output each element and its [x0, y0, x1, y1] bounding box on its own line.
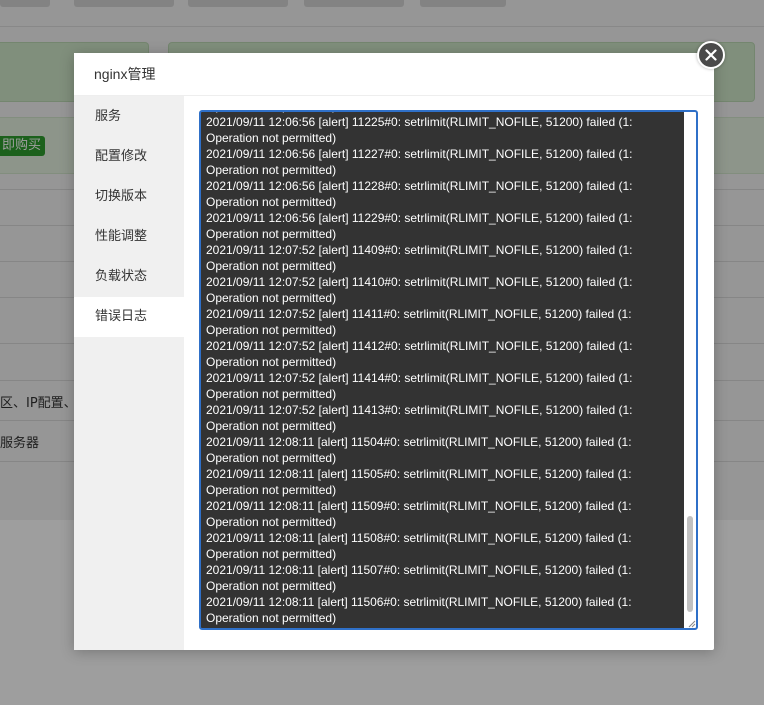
error-log-textarea[interactable]: Operation not permitted) 2021/09/11 12:06… — [199, 110, 698, 630]
nginx-manager-dialog: nginx管理 服务 配置修改 切换版本 性能调整 负载状态 错误日志 Oper… — [74, 41, 725, 650]
log-line: 2021/09/11 12:08:11 [alert] 11505#0: set… — [206, 467, 632, 481]
log-line: 2021/09/11 12:08:11 [alert] 11504#0: set… — [206, 435, 632, 449]
log-line: 2021/09/11 12:07:52 [alert] 11412#0: set… — [206, 339, 633, 353]
resize-grip-icon[interactable] — [686, 618, 696, 628]
log-line: 2021/09/11 12:08:11 [alert] 11508#0: set… — [206, 531, 632, 545]
log-line: 2021/09/11 12:07:52 [alert] 11413#0: set… — [206, 403, 633, 417]
log-line: Operation not permitted) — [206, 131, 337, 145]
log-line: Operation not permitted) — [206, 195, 337, 209]
log-line: Operation not permitted) — [206, 163, 337, 177]
log-line: Operation not permitted) — [206, 515, 337, 529]
log-line: Operation not permitted) — [206, 419, 337, 433]
log-line: Operation not permitted) — [206, 579, 337, 593]
log-line: Operation not permitted) — [206, 611, 337, 625]
log-line: 2021/09/11 12:08:11 [alert] 11506#0: set… — [206, 595, 632, 609]
log-line: 2021/09/11 12:07:52 [alert] 11410#0: set… — [206, 275, 633, 289]
log-scrollbar[interactable] — [684, 112, 696, 628]
log-text: Operation not permitted) 2021/09/11 12:06… — [206, 112, 686, 626]
log-line: 2021/09/11 12:07:52 [alert] 11414#0: set… — [206, 371, 633, 385]
close-button[interactable] — [697, 41, 725, 69]
log-line: 2021/09/11 12:06:56 [alert] 11229#0: set… — [206, 211, 633, 225]
log-line: Operation not permitted) — [206, 483, 337, 497]
log-scrollbar-thumb[interactable] — [687, 516, 693, 612]
log-line: 2021/09/11 12:07:52 [alert] 11409#0: set… — [206, 243, 633, 257]
log-line: 2021/09/11 12:06:56 [alert] 11225#0: set… — [206, 115, 633, 129]
log-line: Operation not permitted) — [206, 387, 337, 401]
log-line: Operation not permitted) — [206, 259, 337, 273]
log-line: 2021/09/11 12:06:56 [alert] 11227#0: set… — [206, 147, 633, 161]
sidebar-item-load-status[interactable]: 负载状态 — [74, 257, 184, 297]
dialog-sidebar: 服务 配置修改 切换版本 性能调整 负载状态 错误日志 — [74, 96, 184, 650]
log-line: Operation not permitted) — [206, 355, 337, 369]
log-line: Operation not permitted) — [206, 547, 337, 561]
log-line: Operation not permitted) — [206, 323, 337, 337]
sidebar-item-service[interactable]: 服务 — [74, 97, 184, 137]
sidebar-item-switch-version[interactable]: 切换版本 — [74, 177, 184, 217]
log-line: Operation not permitted) — [206, 451, 337, 465]
log-line: 2021/09/11 12:08:11 [alert] 11509#0: set… — [206, 499, 632, 513]
dialog-title: nginx管理 — [94, 66, 156, 82]
close-icon — [705, 49, 717, 61]
log-line: 2021/09/11 12:08:11 [alert] 11507#0: set… — [206, 563, 632, 577]
log-line: 2021/09/11 12:06:56 [alert] 11228#0: set… — [206, 179, 633, 193]
sidebar-item-config-edit[interactable]: 配置修改 — [74, 137, 184, 177]
sidebar-item-performance[interactable]: 性能调整 — [74, 217, 184, 257]
sidebar-item-error-log[interactable]: 错误日志 — [74, 297, 184, 337]
log-line: Operation not permitted) — [206, 227, 337, 241]
log-line: 2021/09/11 12:07:52 [alert] 11411#0: set… — [206, 307, 632, 321]
dialog-header: nginx管理 — [74, 53, 714, 96]
log-line: Operation not permitted) — [206, 291, 337, 305]
